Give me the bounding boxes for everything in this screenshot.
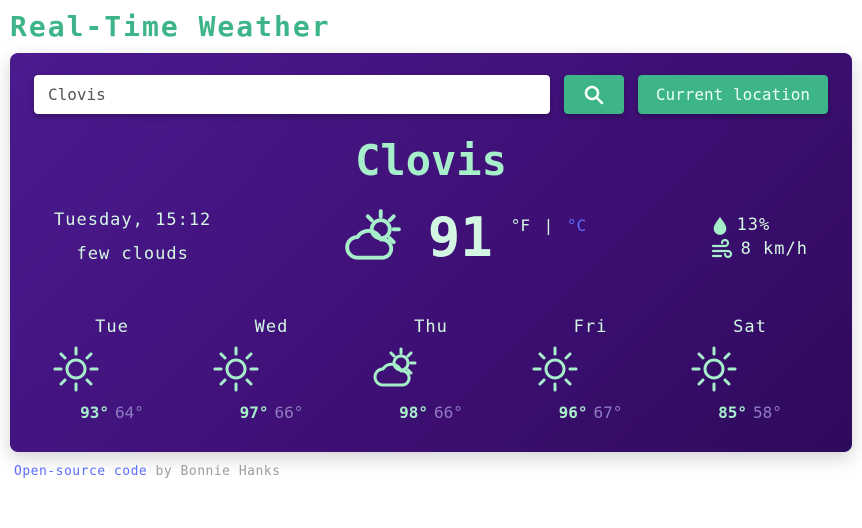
forecast-lo: 58° bbox=[753, 403, 782, 422]
forecast-hi: 97° bbox=[240, 403, 269, 422]
unit-celsius[interactable]: °C bbox=[567, 216, 586, 235]
forecast-row: Tue 93° 64° Wed 97° 66° Thu 98° 66° Fri 96°… bbox=[34, 317, 828, 422]
forecast-day: Fri 96° 67° bbox=[531, 317, 651, 422]
page-title: Real-Time Weather bbox=[10, 10, 852, 43]
footer-author: by Bonnie Hanks bbox=[147, 464, 280, 479]
sun-icon bbox=[52, 345, 172, 393]
current-conditions: Tuesday, 15:12 few clouds 91 °F | °C 13% bbox=[34, 203, 828, 271]
current-datetime: Tuesday, 15:12 bbox=[54, 203, 211, 237]
unit-separator: | bbox=[544, 216, 554, 235]
humidity-value: 13% bbox=[737, 215, 771, 235]
forecast-hi: 85° bbox=[718, 403, 747, 422]
forecast-lo: 66° bbox=[275, 403, 304, 422]
unit-fahrenheit[interactable]: °F bbox=[511, 216, 530, 235]
search-input[interactable] bbox=[34, 75, 550, 114]
forecast-day-name: Sat bbox=[690, 317, 810, 337]
search-row: Current location bbox=[34, 75, 828, 114]
forecast-day-name: Tue bbox=[52, 317, 172, 337]
forecast-day-name: Wed bbox=[212, 317, 332, 337]
current-location-button[interactable]: Current location bbox=[638, 75, 828, 114]
unit-switch: °F | °C bbox=[511, 216, 586, 235]
sun-icon bbox=[531, 345, 651, 393]
forecast-lo: 66° bbox=[434, 403, 463, 422]
sun-icon bbox=[212, 345, 332, 393]
forecast-hi: 98° bbox=[399, 403, 428, 422]
footer: Open-source code by Bonnie Hanks bbox=[10, 464, 852, 479]
open-source-link[interactable]: Open-source code bbox=[14, 464, 147, 479]
forecast-day: Sat 85° 58° bbox=[690, 317, 810, 422]
sun-cloud-icon bbox=[336, 206, 410, 268]
humidity-icon bbox=[711, 214, 729, 236]
forecast-hi: 96° bbox=[559, 403, 588, 422]
current-description: few clouds bbox=[54, 237, 211, 271]
forecast-day-name: Thu bbox=[371, 317, 491, 337]
forecast-day: Tue 93° 64° bbox=[52, 317, 172, 422]
current-temp: 91 bbox=[428, 206, 493, 269]
forecast-day: Wed 97° 66° bbox=[212, 317, 332, 422]
sun-cloud-icon bbox=[371, 345, 491, 393]
forecast-hi: 93° bbox=[80, 403, 109, 422]
forecast-day: Thu 98° 66° bbox=[371, 317, 491, 422]
search-button[interactable] bbox=[564, 75, 624, 114]
forecast-day-name: Fri bbox=[531, 317, 651, 337]
forecast-lo: 64° bbox=[115, 403, 144, 422]
weather-card: Current location Clovis Tuesday, 15:12 f… bbox=[10, 53, 852, 452]
sun-icon bbox=[690, 345, 810, 393]
city-name: Clovis bbox=[34, 136, 828, 185]
search-icon bbox=[584, 85, 604, 105]
forecast-lo: 67° bbox=[594, 403, 623, 422]
wind-value: 8 km/h bbox=[741, 239, 808, 259]
wind-icon bbox=[711, 238, 733, 260]
